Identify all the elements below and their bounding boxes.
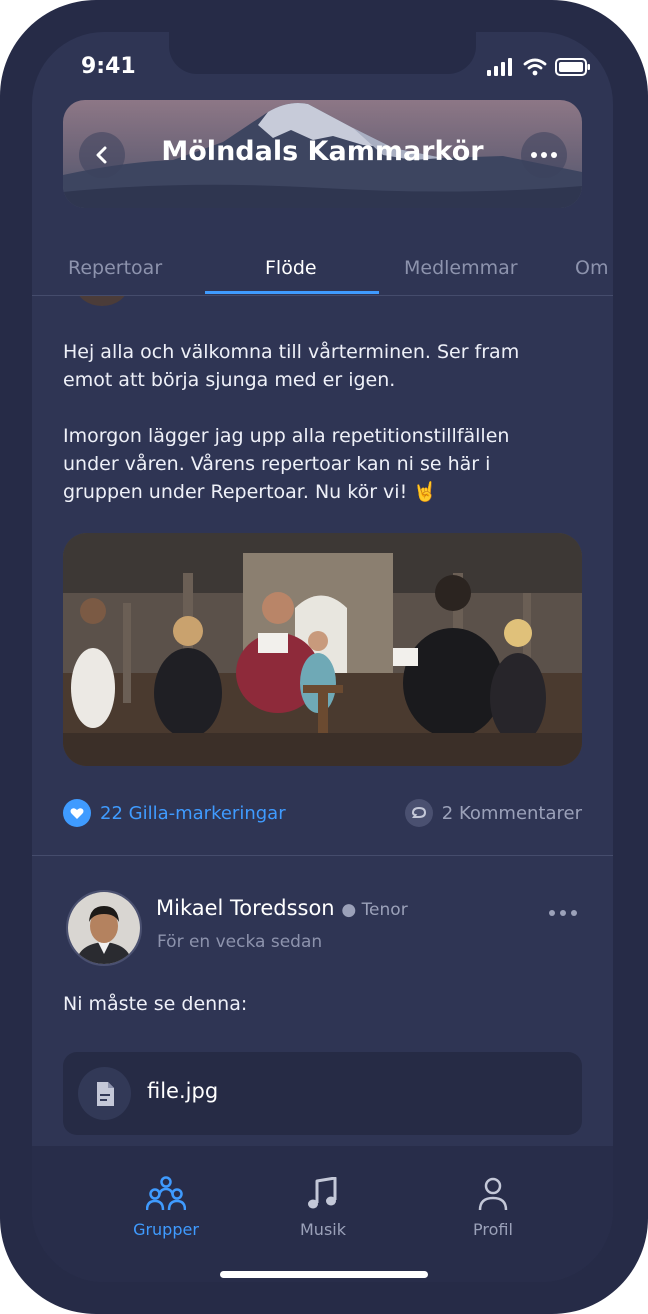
bottom-navigation: Grupper Musik Profil xyxy=(32,1146,613,1282)
nav-profil-label: Profil xyxy=(473,1220,513,1239)
header-more-button[interactable] xyxy=(521,132,567,178)
author-role: Tenor xyxy=(361,900,408,920)
document-file-icon xyxy=(96,1081,114,1106)
nav-grupper[interactable]: Grupper xyxy=(106,1174,226,1239)
home-indicator[interactable] xyxy=(220,1271,428,1278)
app-screen: 9:41 Mölndals Kammarkör Repertoar Flöde … xyxy=(32,32,613,1282)
post-more-button[interactable] xyxy=(548,902,578,921)
tab-flode[interactable]: Flöde xyxy=(265,257,317,279)
tab-repertoar[interactable]: Repertoar xyxy=(68,257,162,279)
avatar[interactable] xyxy=(66,890,142,966)
group-title: Mölndals Kammarkör xyxy=(161,136,484,167)
status-icons xyxy=(487,58,591,76)
group-people-icon xyxy=(146,1176,186,1211)
nav-musik[interactable]: Musik xyxy=(263,1174,383,1239)
nav-grupper-label: Grupper xyxy=(133,1220,199,1239)
likes-link[interactable]: 22 Gilla-markeringar xyxy=(63,799,286,827)
file-attachment[interactable]: file.jpg xyxy=(63,1052,582,1135)
user-profile-icon xyxy=(478,1177,508,1211)
group-tabs: Repertoar Flöde Medlemmar Om xyxy=(32,239,613,296)
file-name: file.jpg xyxy=(147,1079,219,1103)
author-avatar-image xyxy=(68,892,140,964)
post-1-avatar-partial xyxy=(76,296,128,306)
post-1-paragraph-1: Hej alla och välkomna till vårterminen. … xyxy=(63,341,520,391)
battery-icon xyxy=(555,58,590,76)
post-1-choir-photo[interactable] xyxy=(63,533,582,766)
group-header: Mölndals Kammarkör xyxy=(63,100,582,208)
post-divider xyxy=(32,855,613,856)
post-2-text: Ni måste se denna: xyxy=(63,993,248,1015)
comment-bubble-icon xyxy=(404,799,433,827)
post-timestamp: För en vecka sedan xyxy=(157,932,323,952)
file-icon-wrapper xyxy=(78,1067,131,1120)
music-note-icon xyxy=(308,1177,337,1209)
role-separator-dot: ● xyxy=(341,900,362,920)
nav-profil[interactable]: Profil xyxy=(433,1174,553,1239)
author-name: Mikael Toredsson xyxy=(156,896,335,920)
likes-count: 22 Gilla-markeringar xyxy=(100,802,286,824)
post-author[interactable]: Mikael Toredsson ● Tenor xyxy=(156,896,408,920)
more-horizontal-icon xyxy=(531,152,557,158)
tab-om[interactable]: Om xyxy=(575,257,608,279)
phone-frame: 9:41 Mölndals Kammarkör Repertoar Flöde … xyxy=(0,0,648,1314)
tab-medlemmar[interactable]: Medlemmar xyxy=(404,257,518,279)
choir-photo-image xyxy=(63,533,582,766)
post-1-paragraph-2: Imorgon lägger jag upp alla repetitionst… xyxy=(63,425,510,503)
comments-link[interactable]: 2 Kommentarer xyxy=(404,799,582,827)
nav-musik-label: Musik xyxy=(300,1220,346,1239)
wifi-icon xyxy=(523,58,547,76)
heart-icon xyxy=(63,799,91,827)
more-horizontal-icon xyxy=(549,910,577,916)
cellular-signal-icon xyxy=(487,58,512,76)
active-tab-indicator xyxy=(205,291,379,294)
comments-count: 2 Kommentarer xyxy=(441,802,582,824)
status-bar: 9:41 xyxy=(32,32,613,102)
feed[interactable]: Hej alla och välkomna till vårterminen. … xyxy=(32,296,613,1146)
status-time: 9:41 xyxy=(81,54,136,79)
